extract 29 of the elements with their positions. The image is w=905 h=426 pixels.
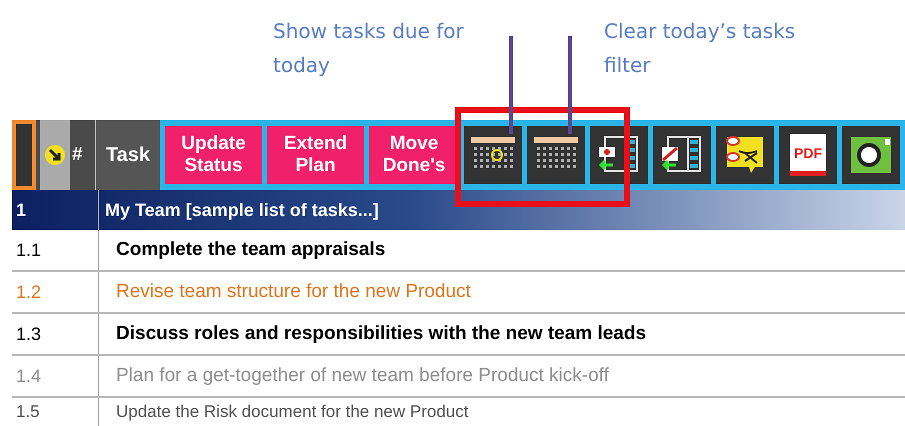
task-name: Update the Risk document for the new Product (115, 401, 468, 423)
sort-button[interactable] (40, 120, 70, 190)
toolbar-icon-button[interactable]: PDF (779, 126, 837, 184)
toolbar-icon-button[interactable] (464, 126, 522, 184)
toolbar-button[interactable]: Extend Plan (267, 126, 364, 184)
column-header: # (72, 144, 83, 166)
task-name: Discuss roles and responsibilities with the new team leads (115, 322, 646, 346)
toolbar-icon-button[interactable] (653, 126, 711, 184)
row-number: 1.4 (12, 356, 99, 396)
row-number: 1.1 (12, 230, 99, 270)
toolbar-icon-button[interactable] (716, 126, 774, 184)
row-number: 1.3 (12, 314, 99, 354)
task-name: Plan for a get-together of new team before Product kick-off (115, 364, 609, 388)
callout-text: Show tasks due for today (273, 18, 465, 79)
row-number: 1 (12, 190, 99, 230)
toolbar-block (12, 120, 36, 190)
task-name: Revise team structure for the new Product (115, 280, 471, 304)
pdf-label: PDF (794, 144, 822, 160)
column-header: Task (104, 142, 152, 168)
toolbar-icon-button[interactable] (842, 126, 900, 184)
callout-text: Clear today’s tasks filter (604, 18, 796, 79)
group-title: My Team [sample list of tasks...] (104, 200, 379, 220)
arrow-down-right-icon (44, 144, 66, 166)
row-number: 1.2 (12, 272, 99, 312)
toolbar-icon-button[interactable] (527, 126, 585, 184)
row-number: 1.5 (12, 398, 99, 426)
task-name: Complete the team appraisals (115, 238, 386, 262)
toolbar-icon-button[interactable] (590, 126, 648, 184)
toolbar-button[interactable]: Update Status (165, 126, 262, 184)
